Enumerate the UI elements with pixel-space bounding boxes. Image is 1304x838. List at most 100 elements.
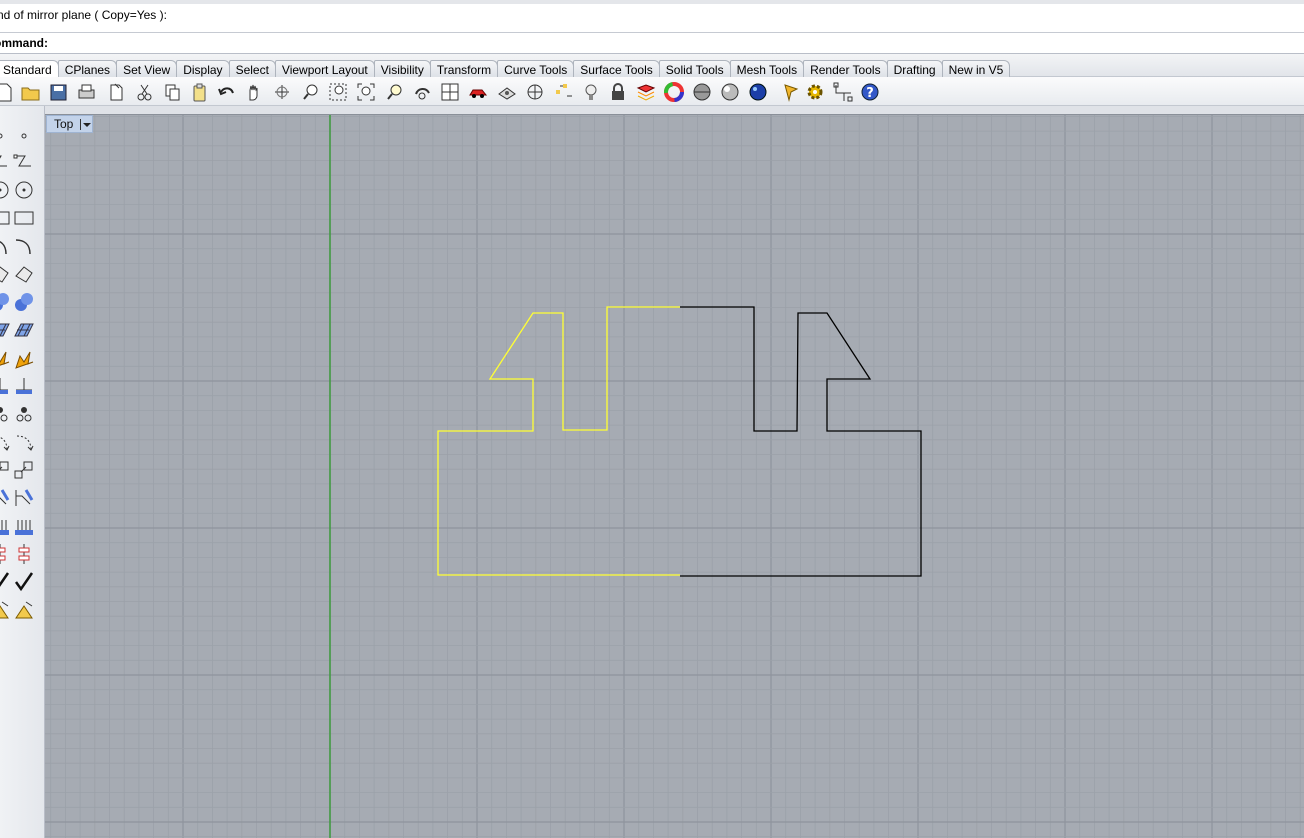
text-icon[interactable] [12,516,36,540]
array-icon[interactable] [12,402,36,426]
tab-transform[interactable]: Transform [429,60,499,77]
align-icon-clipped[interactable] [0,542,12,566]
viewport-canvas[interactable] [45,115,1304,838]
tab-render-tools[interactable]: Render Tools [803,60,888,77]
analysis-icon[interactable] [12,598,36,622]
explode-icon-clipped[interactable] [0,348,12,372]
save-icon[interactable] [46,80,69,103]
main-sidebar-toolbar [0,106,45,838]
osnap-icon[interactable] [831,80,854,103]
render-icon[interactable] [746,80,769,103]
mesh-plane-icon-clipped[interactable] [0,318,12,342]
text-icon-clipped[interactable] [0,516,12,540]
check-icon[interactable] [12,570,36,594]
named-views-icon[interactable] [495,80,518,103]
open-icon[interactable] [18,80,41,103]
new-icon[interactable] [0,80,15,103]
tab-surface-tools[interactable]: Surface Tools [573,60,660,77]
dimension-icon-clipped[interactable] [0,374,12,398]
sweep-icon-clipped[interactable] [0,486,12,510]
surface-icon[interactable] [12,262,36,286]
copy-icon[interactable] [160,80,183,103]
color-wheel-icon[interactable] [662,80,685,103]
solid-sphere-icon-clipped[interactable] [0,290,12,314]
command-prompt: ommand: [0,36,48,50]
tab-solid-tools[interactable]: Solid Tools [658,60,731,77]
analysis-icon-clipped[interactable] [0,598,12,622]
surface-icon-clipped[interactable] [0,262,12,286]
cplane-icon[interactable] [523,80,546,103]
rotate-icon-clipped[interactable] [0,430,12,454]
tab-new-in-v5[interactable]: New in V5 [941,60,1011,77]
circle-icon-clipped[interactable] [0,178,12,202]
explode-icon[interactable] [12,348,36,372]
grid-snap-icon[interactable] [552,80,575,103]
arc-icon-clipped[interactable] [0,234,12,258]
pan-icon[interactable] [241,80,264,103]
four-viewports-icon[interactable] [438,80,461,103]
import-icon[interactable] [104,80,127,103]
shaded-sphere-icon[interactable] [690,80,713,103]
point-icon[interactable] [12,124,36,148]
rendered-sphere-icon[interactable] [718,80,741,103]
rectangle-icon[interactable] [12,206,36,230]
solid-sphere-icon[interactable] [12,290,36,314]
layer-icon[interactable] [634,80,657,103]
command-history-text: nd of mirror plane ( Copy=Yes ): [0,8,167,22]
print-icon[interactable] [74,80,97,103]
mesh-plane-icon[interactable] [12,318,36,342]
viewport-dropdown-icon[interactable] [80,119,91,130]
cut-icon[interactable] [132,80,155,103]
viewport-frame [45,106,1304,114]
gear-icon[interactable] [803,80,826,103]
undo-icon[interactable] [214,80,237,103]
rhino-window: nd of mirror plane ( Copy=Yes ): ommand:… [0,0,1304,838]
viewport-title-tab[interactable]: Top [46,115,93,133]
command-history: nd of mirror plane ( Copy=Yes ): [0,0,1304,33]
tab-viewport-layout[interactable]: Viewport Layout [274,60,375,77]
scale-icon-clipped[interactable] [0,458,12,482]
tab-display[interactable]: Display [176,60,230,77]
toolbar-tab-bar: Standard CPlanes Set View Display Select View… [0,54,1304,77]
dimension-icon[interactable] [12,374,36,398]
tab-standard[interactable]: Standard [0,60,59,77]
help-icon[interactable]: ? [858,80,881,103]
arc-icon[interactable] [12,234,36,258]
undo-view-icon[interactable] [410,80,433,103]
zoom-window-icon[interactable] [326,80,349,103]
tab-select[interactable]: Select [228,60,276,77]
tab-cplanes[interactable]: CPlanes [57,60,118,77]
tab-mesh-tools[interactable]: Mesh Tools [729,60,805,77]
tab-drafting[interactable]: Drafting [886,60,943,77]
rotate-view-icon[interactable] [270,80,293,103]
zoom-extents-icon[interactable] [354,80,377,103]
array-icon-clipped[interactable] [0,402,12,426]
paste-icon[interactable] [187,80,210,103]
options-icon[interactable] [779,80,802,103]
viewport-name: Top [54,117,74,131]
toolbar-tabs: Standard CPlanes Set View Display Select View… [0,60,1011,77]
tab-set-view[interactable]: Set View [116,60,178,77]
circle-icon[interactable] [12,178,36,202]
polyline-icon[interactable] [12,150,36,174]
polyline-icon-clipped[interactable] [0,150,12,174]
sweep-icon[interactable] [12,486,36,510]
rectangle-icon-clipped[interactable] [0,206,12,230]
selected-polyline-curve[interactable] [437,306,680,576]
check-icon-clipped[interactable] [0,570,12,594]
top-viewport[interactable] [45,114,1304,838]
svg-text:?: ? [866,86,874,101]
command-line[interactable]: ommand: [0,33,1304,54]
car-icon[interactable] [466,80,489,103]
lock-icon[interactable] [606,80,629,103]
standard-toolbar: ? [0,77,1304,106]
align-icon[interactable] [12,542,36,566]
point-icon-clipped[interactable] [0,124,12,148]
tab-visibility[interactable]: Visibility [373,60,431,77]
rotate-icon[interactable] [12,430,36,454]
zoom-selected-icon[interactable] [383,80,406,103]
zoom-dynamic-icon[interactable] [299,80,322,103]
scale-icon[interactable] [12,458,36,482]
tab-curve-tools[interactable]: Curve Tools [497,60,575,77]
lightbulb-icon[interactable] [579,80,602,103]
